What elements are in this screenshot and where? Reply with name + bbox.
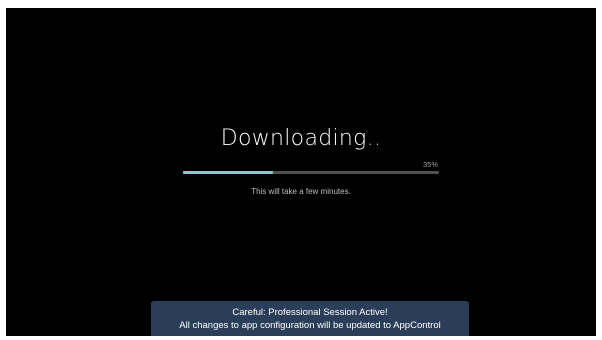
progress-percent-label: 35%	[422, 160, 438, 169]
loading-dots: ..	[366, 126, 382, 151]
download-title: Downloading..	[6, 126, 596, 151]
download-subtitle: This will take a few minutes.	[251, 187, 351, 196]
banner-warning-text: Careful: Professional Session Active!	[232, 307, 388, 318]
progress-bar	[183, 171, 439, 174]
progress-bar-fill	[183, 171, 273, 174]
download-title-text: Downloading	[220, 126, 367, 151]
download-screen: Downloading.. 35% This will take a few m…	[6, 8, 596, 336]
banner-info-text: All changes to app configuration will be…	[179, 320, 441, 331]
professional-session-banner: Careful: Professional Session Active! Al…	[151, 301, 469, 336]
